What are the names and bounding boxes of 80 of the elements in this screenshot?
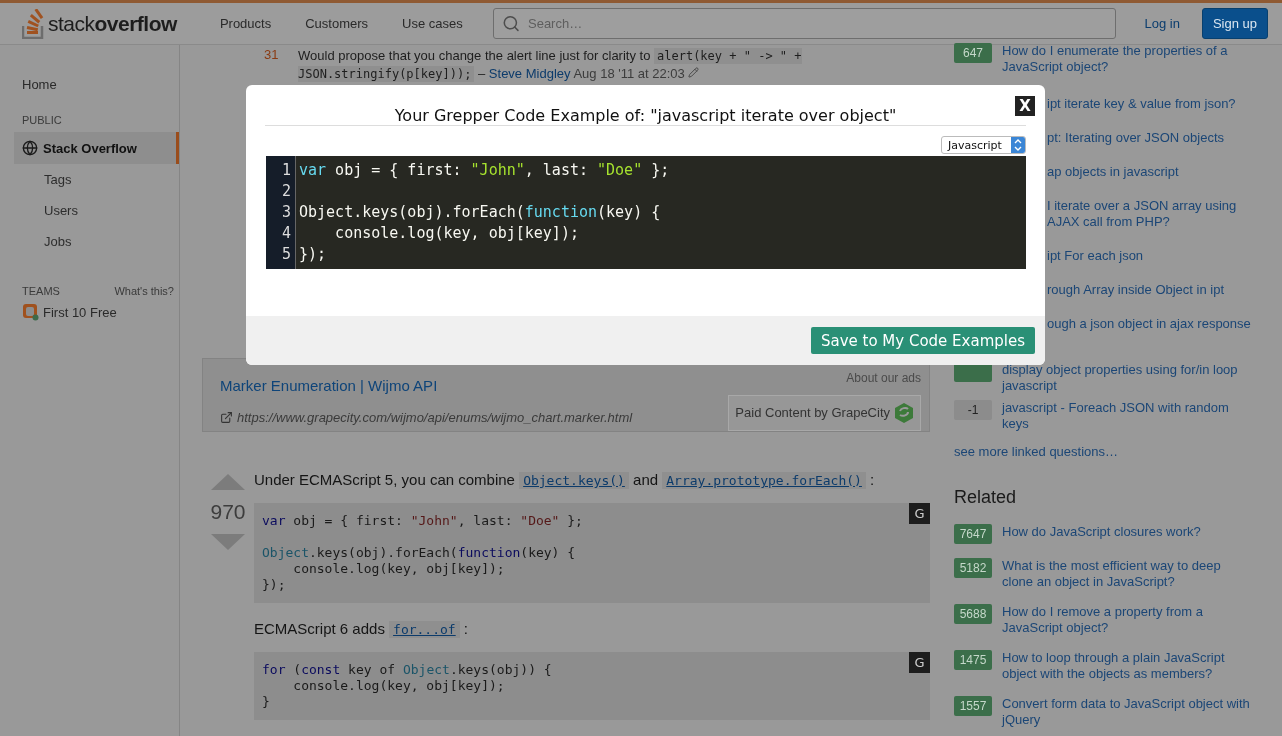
score-badge: 1557 bbox=[954, 696, 992, 716]
code-line: }); bbox=[262, 577, 287, 593]
code-link[interactable]: for...of bbox=[389, 621, 460, 638]
search-box[interactable]: Search… bbox=[492, 8, 1117, 39]
line-number: 1 bbox=[281, 160, 291, 181]
team-icon bbox=[22, 303, 39, 321]
score-badge: 647 bbox=[954, 43, 992, 63]
code-line: for (const key of Object.keys(obj)) { bbox=[262, 662, 553, 678]
comment-text: Would propose that you change the alert line just for clarity to alert(key + " -> " + JSON.stringify(p[key])); – Steve Midgley Aug 18 '11 at 22:03 bbox=[298, 47, 803, 83]
help-link[interactable]: What's this? bbox=[114, 285, 174, 297]
question-link[interactable]: javascript - Foreach JSON with random keys bbox=[1002, 400, 1252, 432]
score-badge: 1475 bbox=[954, 650, 992, 670]
question-link[interactable]: What is the most efficient way to deep clone an object in JavaScript? bbox=[1002, 558, 1252, 590]
nav-link[interactable]: Customers bbox=[288, 16, 386, 31]
answer-text: ECMAScript 6 adds for...of : bbox=[254, 619, 470, 640]
search-field[interactable]: Search… bbox=[526, 15, 1108, 32]
ad-url[interactable]: https://www.grapecity.com/wijmo/api/enums/wijmo_chart.marker.html bbox=[220, 404, 729, 431]
code-editor[interactable]: 1 2 3 4 5 var obj = { first: "John", last: "Doe" }; Object.keys(obj).forEach(function(key) { console.log(key, obj[key]); }); bbox=[266, 156, 1026, 269]
sidebar-item[interactable]: Users bbox=[14, 195, 179, 226]
teams-item[interactable]: First 10 Free bbox=[0, 303, 179, 321]
language-select[interactable]: Javascript bbox=[941, 136, 1026, 154]
line-number: 3 bbox=[281, 202, 291, 223]
question-link[interactable]: display object properties using for/in loop javascript bbox=[1002, 362, 1252, 394]
question-link[interactable]: How do I enumerate the properties of a JavaScript object? bbox=[1002, 43, 1252, 75]
code-line: var obj = { first: "John", last: "Doe" }; bbox=[299, 160, 670, 181]
upvote-icon[interactable] bbox=[211, 474, 245, 490]
downvote-icon[interactable] bbox=[211, 534, 245, 550]
search-icon bbox=[501, 14, 520, 33]
comment-score: 31 bbox=[264, 47, 278, 64]
nav-link[interactable]: Products bbox=[202, 16, 289, 31]
line-number: 4 bbox=[281, 223, 291, 244]
external-link-icon bbox=[220, 411, 233, 425]
grepper-button[interactable]: G bbox=[909, 652, 930, 673]
close-button[interactable]: X bbox=[1015, 96, 1035, 116]
section-title: PUBLIC bbox=[22, 114, 62, 126]
code-line: Object.keys(obj).forEach(function(key) { bbox=[262, 545, 577, 561]
code-link[interactable]: Object.keys() bbox=[519, 472, 629, 489]
save-button[interactable]: Save to My Code Examples bbox=[810, 327, 1035, 354]
code-line: } bbox=[262, 694, 271, 710]
sidebar-item[interactable]: Stack Overflow bbox=[14, 132, 179, 164]
code-line: console.log(key, obj[key]); bbox=[292, 678, 506, 694]
question-link[interactable]: How to loop through a plain JavaScript object with the objects as members? bbox=[1002, 650, 1252, 682]
answer-text: Under ECMAScript 5, you can combine Object.keys() and Array.prototype.forEach() : bbox=[254, 470, 876, 491]
section-title: TEAMS bbox=[22, 285, 60, 297]
sidebar-item[interactable]: Tags bbox=[14, 164, 179, 195]
user-link[interactable]: Steve Midgley bbox=[488, 66, 571, 81]
line-number: 5 bbox=[281, 244, 291, 265]
home-link[interactable]: Home bbox=[0, 77, 179, 92]
sidebar-item[interactable]: Jobs bbox=[14, 226, 179, 257]
grepper-button[interactable]: G bbox=[909, 503, 930, 524]
code-line: console.log(key, obj[key]); bbox=[334, 223, 580, 244]
score-badge: 5688 bbox=[954, 604, 992, 624]
hexagon-logo-icon bbox=[894, 401, 914, 424]
question-link[interactable]: How do I remove a property from a JavaScript object? bbox=[1002, 604, 1252, 636]
globe-icon bbox=[22, 140, 38, 156]
signup-button[interactable]: Sign up bbox=[1201, 8, 1268, 39]
score-badge: -1 bbox=[954, 400, 992, 420]
code-line: var obj = { first: "John", last: "Doe" }; bbox=[262, 513, 584, 529]
login-link[interactable]: Log in bbox=[1144, 16, 1180, 31]
select-arrows-icon bbox=[1011, 137, 1025, 153]
line-number: 2 bbox=[281, 181, 291, 202]
question-link[interactable]: How do JavaScript closures work? bbox=[1002, 524, 1252, 544]
sponsor-tag: Paid Content by GrapeCity bbox=[728, 394, 921, 431]
question-link[interactable]: Convert form data to JavaScript object with jQuery bbox=[1002, 696, 1252, 728]
score-badge: 7647 bbox=[954, 524, 992, 544]
code-link[interactable]: Array.prototype.forEach() bbox=[662, 472, 866, 489]
code-line: }); bbox=[299, 244, 328, 265]
related-heading: Related bbox=[954, 487, 1018, 508]
edit-icon[interactable] bbox=[688, 67, 700, 78]
score-badge: 5182 bbox=[954, 558, 992, 578]
dialog-title: Your Grepper Code Example of: "javascript iterate over object" bbox=[394, 106, 897, 125]
logo-icon[interactable] bbox=[22, 8, 46, 39]
ad-url-text[interactable]: https://www.grapecity.com/wijmo/api/enums/wijmo_chart.marker.html bbox=[237, 410, 633, 426]
nav-link[interactable]: Use cases bbox=[385, 16, 480, 31]
code-line: console.log(key, obj[key]); bbox=[292, 561, 506, 577]
logo-wordmark[interactable]: stackoverflow bbox=[48, 11, 177, 36]
more-link[interactable]: see more linked questions… bbox=[954, 444, 1260, 459]
ad-title-link[interactable]: Marker Enumeration | Wijmo API bbox=[220, 371, 729, 399]
vote-count: 970 bbox=[210, 500, 246, 524]
code-line: Object.keys(obj).forEach(function(key) { bbox=[299, 202, 662, 223]
